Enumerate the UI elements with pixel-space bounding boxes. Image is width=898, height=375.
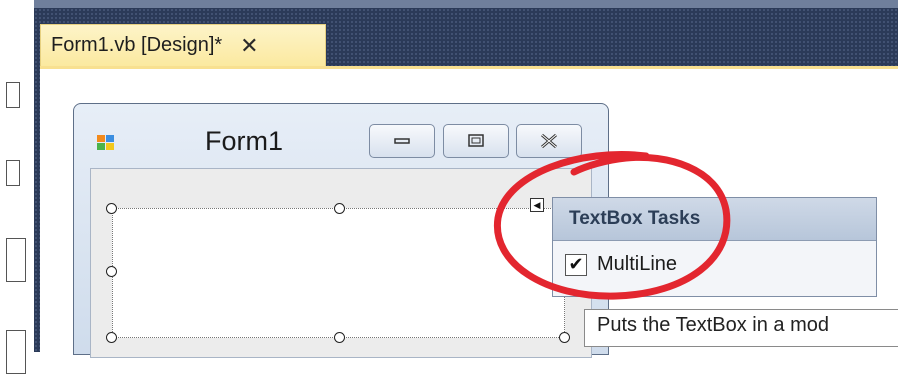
- margin-glyph: [6, 238, 26, 282]
- resize-handle[interactable]: [106, 266, 117, 277]
- close-icon[interactable]: ✕: [240, 34, 258, 57]
- margin-glyph: [6, 160, 20, 186]
- maximize-icon: [468, 134, 484, 147]
- document-tab-title: Form1.vb [Design]*: [51, 34, 223, 56]
- resize-handle[interactable]: [559, 332, 570, 343]
- document-tab[interactable]: Form1.vb [Design]* ✕: [40, 24, 326, 66]
- minimize-button[interactable]: [369, 124, 435, 158]
- resize-handle[interactable]: [334, 203, 345, 214]
- resize-handle[interactable]: [106, 332, 117, 343]
- ide-top-border: [34, 0, 898, 8]
- close-icon: [541, 133, 557, 149]
- margin-glyph: [6, 82, 20, 108]
- form-title: Form1: [205, 126, 284, 156]
- margin-glyph: [6, 330, 26, 374]
- form-icon: [97, 135, 115, 151]
- minimize-icon: [394, 138, 410, 144]
- annotation-circle: [493, 151, 731, 300]
- tooltip: Puts the TextBox in a mod: [584, 309, 898, 347]
- resize-handle[interactable]: [106, 203, 117, 214]
- resize-handle[interactable]: [334, 332, 345, 343]
